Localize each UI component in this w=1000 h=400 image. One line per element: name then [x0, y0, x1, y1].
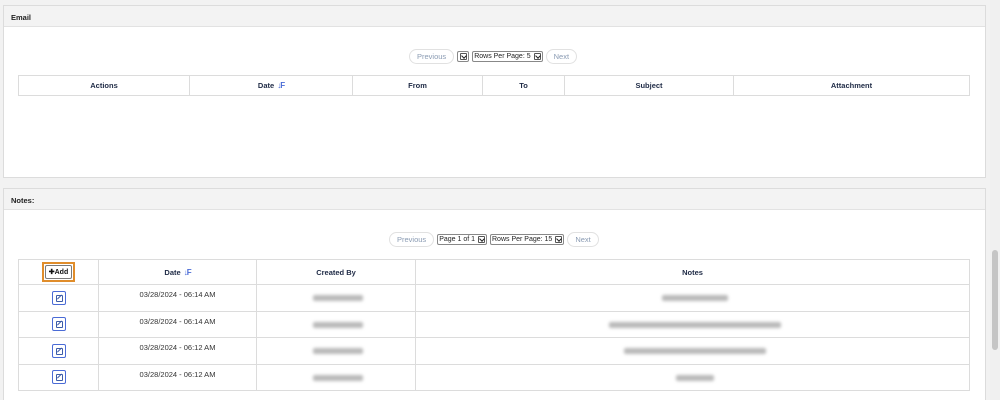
email-panel: Email Previous Rows Per Page: 5 Next Act… [3, 5, 986, 178]
edit-icon[interactable] [51, 370, 66, 385]
add-note-button[interactable]: ✚Add [44, 265, 73, 279]
row-notes [415, 363, 970, 391]
add-note-label: Add [54, 269, 69, 276]
notes-next-button[interactable]: Next [567, 232, 599, 247]
email-col-to: To [482, 75, 565, 96]
redacted-text [675, 374, 714, 381]
sort-icon[interactable]: ↓F [277, 81, 285, 90]
email-col-date-label: Date [257, 81, 275, 90]
row-created-by [256, 310, 416, 338]
email-rows-per-page-label: Rows Per Page: 5 [474, 53, 531, 60]
email-panel-title: Email [4, 6, 985, 27]
email-table-header: Actions Date ↓F From To Subject Attachmen… [18, 75, 970, 96]
email-pager: Previous Rows Per Page: 5 Next [409, 49, 578, 64]
row-notes [415, 337, 970, 365]
email-next-button[interactable]: Next [545, 49, 578, 64]
redacted-text [313, 348, 363, 355]
email-page-select[interactable] [457, 51, 470, 62]
edit-icon[interactable] [51, 290, 66, 305]
notes-page-select[interactable]: Page 1 of 1 [437, 234, 487, 245]
email-table: Actions Date ↓F From To Subject Attachmen… [18, 75, 970, 96]
row-date: 03/28/2024 - 06:12 AM [98, 363, 257, 391]
row-date: 03/28/2024 - 06:14 AM [98, 310, 257, 338]
row-actions [18, 363, 99, 391]
redacted-text [608, 321, 781, 328]
redacted-text [313, 321, 363, 328]
notes-table-header: ✚Add Date ↓F Created By Notes [18, 259, 970, 285]
row-actions [18, 310, 99, 338]
redacted-text [661, 295, 728, 302]
chevron-down-icon [533, 53, 541, 60]
chevron-down-icon [555, 236, 563, 243]
row-notes [415, 310, 970, 338]
chevron-down-icon [460, 53, 468, 60]
row-actions [18, 284, 99, 312]
notes-col-created-by: Created By [256, 259, 416, 285]
notes-col-date-label: Date [164, 267, 181, 277]
add-button-highlight: ✚Add [41, 262, 76, 282]
notes-rows-per-page-select[interactable]: Rows Per Page: 15 [490, 234, 565, 245]
notes-table: ✚Add Date ↓F Created By Notes 03/28/2024 … [18, 259, 970, 391]
row-created-by [256, 284, 416, 312]
notes-pager: Previous Page 1 of 1 Rows Per Page: 15 N… [389, 232, 599, 247]
email-col-from: From [352, 75, 483, 96]
sort-icon[interactable]: ↓F [184, 268, 192, 277]
chevron-down-icon [478, 236, 485, 243]
notes-panel: Notes: Previous Page 1 of 1 Rows Per Pag… [3, 188, 986, 400]
notes-page-label: Page 1 of 1 [439, 236, 475, 243]
notes-previous-button[interactable]: Previous [389, 232, 435, 247]
row-notes [415, 284, 970, 312]
scrollbar-thumb[interactable] [992, 250, 998, 350]
notes-col-actions: ✚Add [18, 259, 99, 285]
notes-col-date[interactable]: Date ↓F [98, 259, 257, 285]
email-col-actions: Actions [18, 75, 190, 96]
page-scrollbar[interactable] [990, 0, 1000, 400]
row-actions [18, 337, 99, 365]
notes-panel-title: Notes: [4, 189, 985, 210]
table-row: 03/28/2024 - 06:12 AM [18, 337, 970, 365]
row-date: 03/28/2024 - 06:12 AM [98, 337, 257, 365]
email-col-attachment: Attachment [733, 75, 970, 96]
row-date: 03/28/2024 - 06:14 AM [98, 284, 257, 312]
redacted-text [313, 374, 363, 381]
email-col-subject: Subject [564, 75, 734, 96]
email-previous-button[interactable]: Previous [409, 49, 455, 64]
edit-icon[interactable] [51, 343, 66, 358]
row-created-by [256, 363, 416, 391]
redacted-text [313, 295, 363, 302]
notes-rows-per-page-label: Rows Per Page: 15 [492, 236, 553, 243]
email-col-date[interactable]: Date ↓F [189, 75, 353, 96]
edit-icon[interactable] [51, 317, 66, 332]
notes-col-notes: Notes [415, 259, 970, 285]
email-rows-per-page-select[interactable]: Rows Per Page: 5 [472, 51, 543, 62]
redacted-text [623, 348, 766, 355]
page: Email Previous Rows Per Page: 5 Next Act… [0, 0, 1000, 400]
row-created-by [256, 337, 416, 365]
table-row: 03/28/2024 - 06:14 AM [18, 310, 970, 338]
table-row: 03/28/2024 - 06:14 AM [18, 284, 970, 312]
table-row: 03/28/2024 - 06:12 AM [18, 363, 970, 391]
